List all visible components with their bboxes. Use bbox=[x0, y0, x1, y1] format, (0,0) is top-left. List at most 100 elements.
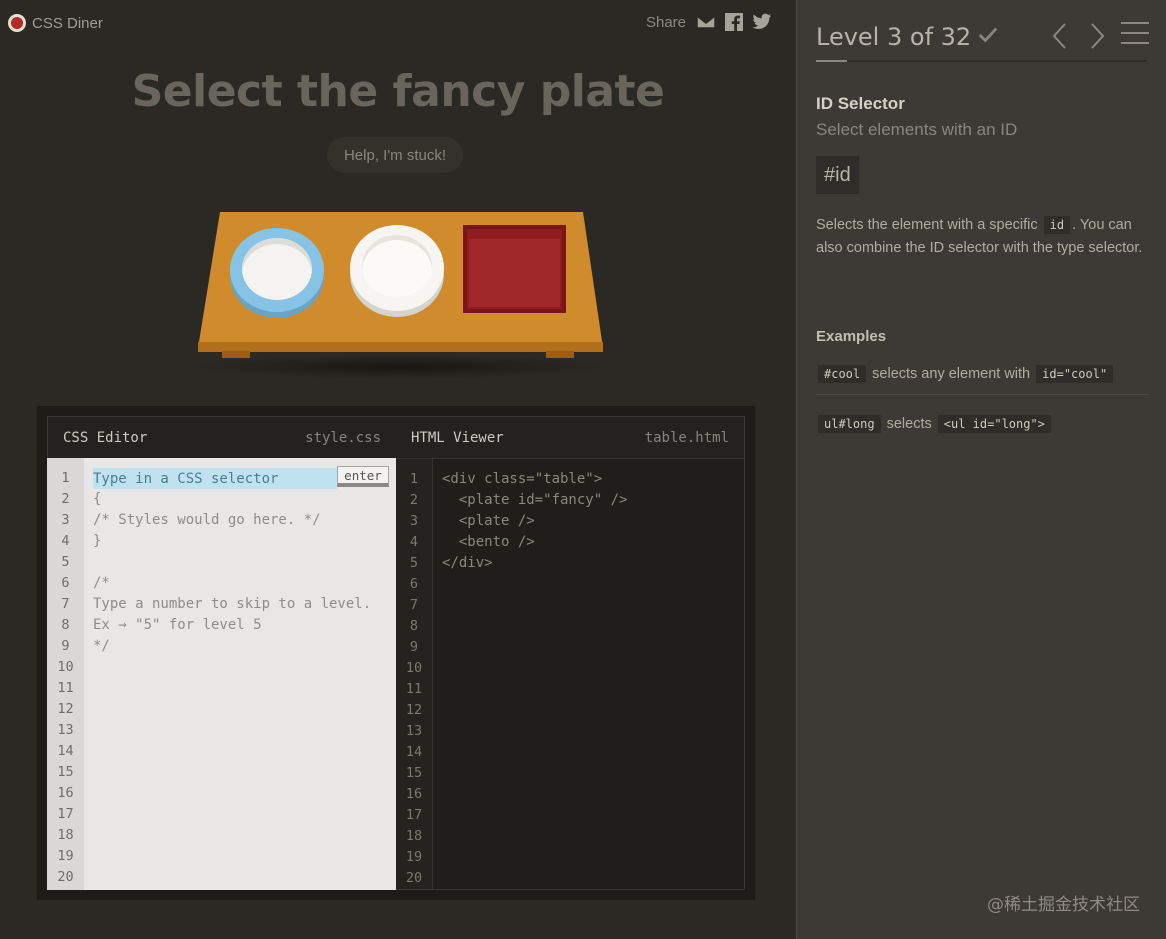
plate[interactable] bbox=[350, 225, 444, 311]
example-item: #cool selects any element with id="cool" bbox=[816, 365, 1149, 395]
share-label: Share bbox=[645, 13, 686, 31]
line-number: 10 bbox=[57, 659, 74, 675]
line-number: 12 bbox=[57, 701, 74, 717]
line-number: 9 bbox=[409, 639, 419, 655]
css-line-numbers: 1 2 3 4 5 6 7 8 9 10 11 12 13 14 15 16 17 18 19 20 bbox=[47, 458, 84, 890]
line-number: 13 bbox=[405, 723, 423, 739]
description-text: Selects the element with a specific bbox=[816, 217, 1042, 233]
line-number: 13 bbox=[57, 722, 74, 738]
line-number: 16 bbox=[57, 785, 74, 801]
html-viewer-body: 1 2 3 4 5 6 7 8 9 10 11 12 13 14 15 16 17 18 19 20 <div cla… bbox=[396, 459, 744, 889]
code-line: { bbox=[93, 491, 102, 507]
logo[interactable]: CSS Diner bbox=[8, 12, 103, 34]
fancy-plate[interactable] bbox=[230, 228, 324, 312]
code-line: <plate /> bbox=[442, 513, 535, 529]
line-number: 4 bbox=[409, 534, 419, 550]
example-code: ul#long bbox=[818, 415, 881, 433]
line-number: 5 bbox=[61, 554, 70, 570]
table-scene bbox=[190, 205, 610, 385]
line-number: 10 bbox=[405, 660, 423, 676]
selector-name: ID Selector bbox=[816, 94, 905, 113]
html-viewer-filename: table.html bbox=[644, 429, 729, 446]
code-line: Type a number to skip to a level. bbox=[93, 596, 372, 612]
css-selector-input[interactable] bbox=[93, 468, 337, 489]
logo-text: CSS Diner bbox=[32, 14, 103, 32]
code-line: /* Styles would go here. */ bbox=[93, 512, 321, 528]
line-number: 7 bbox=[61, 596, 70, 612]
html-viewer-title: HTML Viewer bbox=[411, 429, 504, 446]
code-line: /* bbox=[93, 575, 110, 591]
html-viewer-pane: HTML Viewer table.html 1 2 3 4 5 6 7 8 9 10 11 12 13… bbox=[396, 416, 745, 890]
code-line: <div class="table"> bbox=[442, 471, 603, 487]
line-number: 2 bbox=[61, 491, 70, 507]
editor: CSS Editor style.css 1 2 3 4 5 6 7 8 9 10 11 12 13 14… bbox=[37, 406, 755, 900]
css-editor-header: CSS Editor style.css bbox=[47, 416, 396, 458]
logo-plate-icon bbox=[8, 14, 26, 32]
css-editor-title: CSS Editor bbox=[63, 429, 148, 446]
table-shadow bbox=[190, 355, 610, 379]
facebook-icon[interactable] bbox=[724, 12, 744, 32]
example-code: #cool bbox=[818, 365, 867, 383]
twitter-icon[interactable] bbox=[752, 12, 772, 32]
line-number: 3 bbox=[409, 513, 419, 529]
level-progress-bar bbox=[816, 60, 1147, 62]
line-number: 8 bbox=[409, 618, 419, 634]
line-number: 6 bbox=[61, 575, 70, 591]
html-line-numbers: 1 2 3 4 5 6 7 8 9 10 11 12 13 14 15 16 17 18 19 20 bbox=[396, 459, 433, 889]
example-text: selects bbox=[882, 416, 936, 432]
line-number: 6 bbox=[409, 576, 419, 592]
help-button[interactable]: Help, I'm stuck! bbox=[327, 137, 463, 173]
line-number: 14 bbox=[405, 744, 423, 760]
level-progress-fill bbox=[816, 60, 848, 62]
line-number: 1 bbox=[409, 471, 419, 487]
line-number: 16 bbox=[405, 786, 423, 802]
line-number: 17 bbox=[405, 807, 423, 823]
code-line: <bento /> bbox=[442, 534, 535, 550]
line-number: 8 bbox=[61, 617, 70, 633]
line-number: 18 bbox=[57, 827, 74, 843]
selector-description: Selects the element with a specific id. … bbox=[816, 214, 1151, 260]
code-line: </div> bbox=[442, 555, 493, 571]
line-number: 20 bbox=[57, 869, 74, 885]
level-menu-icon[interactable] bbox=[1121, 22, 1149, 46]
css-editor-pane: CSS Editor style.css 1 2 3 4 5 6 7 8 9 10 11 12 13 14… bbox=[47, 416, 396, 890]
level-order-title: Select the fancy plate bbox=[131, 66, 665, 117]
css-editor-filename: style.css bbox=[305, 429, 381, 446]
sidebar: Level 3 of 32 ID Selector Select element… bbox=[796, 0, 1166, 939]
code-line: <plate id="fancy" /> bbox=[442, 492, 628, 508]
line-number: 5 bbox=[409, 555, 419, 571]
example-text: selects any element with bbox=[868, 366, 1035, 382]
example-code: <ul id="long"> bbox=[937, 415, 1051, 433]
line-number: 9 bbox=[61, 638, 70, 654]
examples-title: Examples bbox=[816, 328, 887, 345]
line-number: 2 bbox=[409, 492, 419, 508]
example-code: id="cool" bbox=[1036, 365, 1114, 383]
bento-box[interactable] bbox=[463, 225, 566, 313]
description-code: id bbox=[1043, 216, 1071, 234]
line-number: 17 bbox=[57, 806, 74, 822]
css-code: {/* Styles would go here. */} /* Type a nu… bbox=[84, 458, 396, 890]
selector-syntax: #id bbox=[816, 156, 859, 194]
previous-level-arrow-icon[interactable] bbox=[1050, 22, 1070, 50]
line-number: 20 bbox=[405, 870, 423, 886]
line-number: 1 bbox=[61, 470, 70, 486]
table-front bbox=[198, 342, 603, 352]
code-line: Ex → "5" for level 5 bbox=[93, 617, 262, 633]
example-item: ul#long selects <ul id="long"> bbox=[816, 415, 1149, 433]
line-number: 12 bbox=[405, 702, 423, 718]
next-level-arrow-icon[interactable] bbox=[1087, 22, 1107, 50]
email-icon[interactable] bbox=[696, 12, 716, 32]
html-code: <div class="table"> <plate id="fancy" />… bbox=[433, 459, 744, 889]
line-number: 3 bbox=[61, 512, 70, 528]
css-editor-body: 1234567891011121314151617181920 {/* Styl… bbox=[47, 458, 396, 890]
line-number: 11 bbox=[405, 681, 423, 697]
share-bar: Share bbox=[646, 12, 772, 32]
line-number: 4 bbox=[61, 533, 70, 549]
level-header[interactable]: Level 3 of 32 bbox=[816, 20, 999, 54]
watermark: @稀土掘金技术社区 bbox=[987, 895, 1140, 915]
code-line: */ bbox=[93, 638, 110, 654]
html-viewer-header: HTML Viewer table.html bbox=[396, 417, 744, 459]
enter-button[interactable]: enter bbox=[337, 466, 389, 487]
level-title: Level 3 of 32 bbox=[816, 23, 972, 51]
